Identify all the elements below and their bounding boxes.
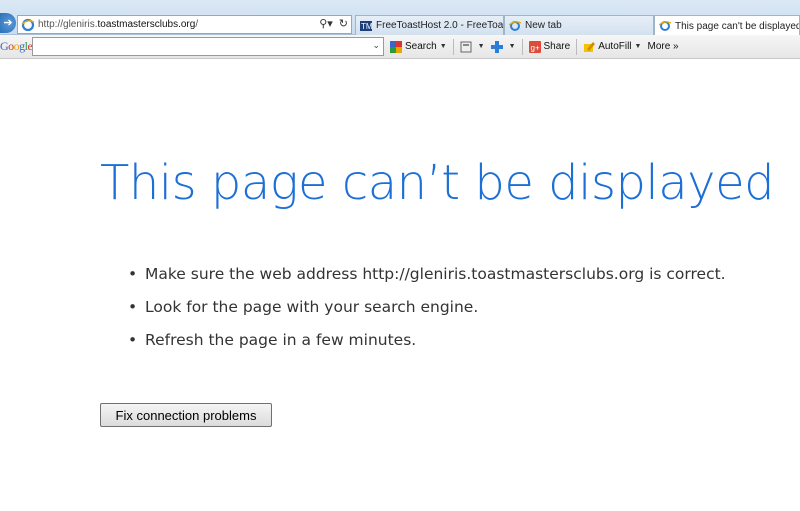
list-item: Refresh the page in a few minutes. (128, 331, 726, 364)
autofill-button[interactable]: AutoFill ▼ (583, 41, 641, 53)
svg-text:TM: TM (361, 22, 372, 31)
url-text[interactable]: http://gleniris.toastmastersclubs.org/ (38, 19, 198, 30)
back-arrow-icon[interactable]: ➔ (0, 13, 16, 33)
list-item: Make sure the web address http://gleniri… (128, 265, 726, 298)
tab-label: New tab (525, 20, 562, 31)
google-plus-icon: g+ (528, 40, 541, 53)
list-item: Look for the page with your search engin… (128, 298, 726, 331)
chevron-down-icon[interactable]: ⌄ (372, 40, 380, 51)
svg-text:g+: g+ (530, 43, 539, 52)
google-search-button[interactable]: Search ▼ (390, 40, 447, 53)
browser-navbar: ➔ http://gleniris.toastmastersclubs.org/… (0, 0, 800, 36)
tab-label: FreeToastHost 2.0 - FreeToast... (376, 20, 504, 31)
google-logo: Google (0, 39, 33, 53)
page-icon (460, 41, 472, 52)
plus-icon (490, 40, 503, 53)
ie-icon (21, 18, 35, 31)
freetoasthost-icon: TM (360, 20, 372, 31)
address-bar[interactable]: http://gleniris.toastmastersclubs.org/ ⚲… (17, 15, 352, 34)
bookmark-plus-button[interactable]: ▼ (490, 40, 516, 53)
google-search-icon (390, 40, 402, 53)
tab-active-error[interactable]: This page can't be displayed (654, 15, 800, 36)
page-title: This page can’t be displayed (100, 155, 775, 211)
pencil-icon (584, 41, 596, 52)
toolbar-divider (576, 38, 578, 55)
tab-label: This page can't be displayed (675, 20, 800, 32)
page-tools-button[interactable]: ▼ (460, 41, 485, 53)
ie-icon (659, 21, 671, 31)
toolbar-divider (452, 38, 454, 55)
google-search-input[interactable]: ⌄ (32, 37, 384, 56)
more-button[interactable]: More » (647, 41, 678, 52)
ie-icon (509, 20, 521, 31)
toolbar-divider (521, 38, 523, 55)
search-icon[interactable]: ⚲▾ (319, 17, 333, 30)
google-toolbar: Google ⌄ Search ▼ ▼ ▼ g+ Share AutoFill ▼ (0, 35, 800, 59)
fix-connection-problems-button[interactable]: Fix connection problems (100, 403, 272, 427)
address-tools: ⚲▾ ↻ (319, 17, 348, 30)
tab-new-tab[interactable]: New tab (504, 15, 654, 35)
troubleshooting-tips: Make sure the web address http://gleniri… (128, 265, 726, 364)
refresh-icon[interactable]: ↻ (339, 17, 348, 30)
share-button[interactable]: g+ Share (528, 40, 570, 53)
tab-freetoasthost[interactable]: TM FreeToastHost 2.0 - FreeToast... (355, 15, 504, 35)
